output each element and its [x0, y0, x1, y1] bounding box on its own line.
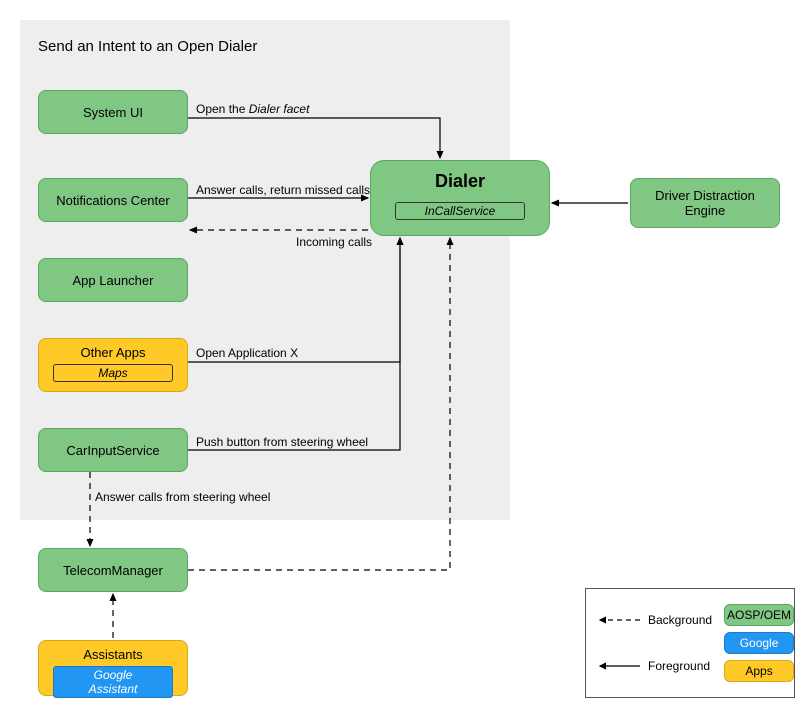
legend-background-label: Background: [648, 613, 712, 627]
notifications-label: Notifications Center: [56, 193, 169, 208]
system-ui-label: System UI: [83, 105, 143, 120]
dialer-label: Dialer: [435, 171, 485, 192]
telecom-label: TelecomManager: [63, 563, 163, 578]
edge-open-facet-em: Dialer facet: [249, 102, 310, 116]
node-assistants: Assistants Google Assistant: [38, 640, 188, 696]
node-driver-distraction-engine: Driver Distraction Engine: [630, 178, 780, 228]
other-apps-label: Other Apps: [80, 345, 145, 360]
edge-push-button: Push button from steering wheel: [196, 435, 368, 449]
node-car-input-service: CarInputService: [38, 428, 188, 472]
dialer-sub: InCallService: [395, 202, 525, 220]
edge-open-facet-pre: Open the: [196, 102, 249, 116]
legend: Background Foreground AOSP/OEM Google Ap…: [585, 588, 795, 698]
legend-dashed-arrow-icon: [596, 614, 642, 626]
edge-open-facet: Open the Dialer facet: [196, 102, 309, 116]
edge-open-app-x: Open Application X: [196, 346, 298, 360]
container-title: Send an Intent to an Open Dialer: [38, 38, 257, 55]
node-telecom-manager: TelecomManager: [38, 548, 188, 592]
node-app-launcher: App Launcher: [38, 258, 188, 302]
legend-chip-aosp: AOSP/OEM: [724, 604, 794, 626]
app-launcher-label: App Launcher: [73, 273, 154, 288]
legend-background-row: Background: [596, 613, 712, 627]
other-apps-sub: Maps: [53, 364, 173, 382]
legend-solid-arrow-icon: [596, 660, 642, 672]
node-notifications-center: Notifications Center: [38, 178, 188, 222]
dde-label: Driver Distraction Engine: [635, 188, 775, 218]
node-dialer: Dialer InCallService: [370, 160, 550, 236]
legend-chip-apps: Apps: [724, 660, 794, 682]
edge-answer-missed: Answer calls, return missed calls: [196, 183, 370, 197]
car-input-label: CarInputService: [66, 443, 159, 458]
assistants-label: Assistants: [83, 647, 142, 662]
edge-incoming: Incoming calls: [296, 235, 372, 249]
legend-foreground-row: Foreground: [596, 659, 712, 673]
legend-chip-google: Google: [724, 632, 794, 654]
legend-foreground-label: Foreground: [648, 659, 710, 673]
assistants-sub: Google Assistant: [53, 666, 173, 698]
node-system-ui: System UI: [38, 90, 188, 134]
edge-answer-steering: Answer calls from steering wheel: [95, 490, 270, 504]
node-other-apps: Other Apps Maps: [38, 338, 188, 392]
